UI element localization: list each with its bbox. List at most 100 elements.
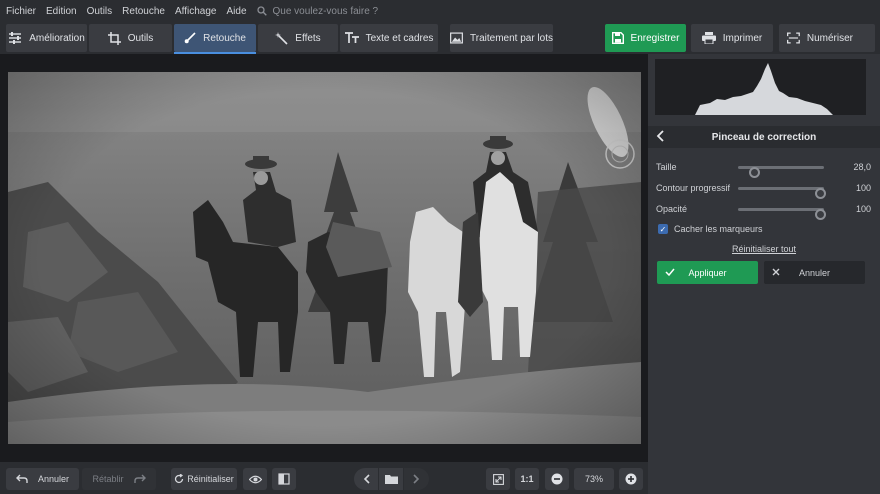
eye-icon xyxy=(248,475,262,483)
tab-label: Amélioration xyxy=(29,32,85,44)
batch-processing-button[interactable]: Traitement par lots xyxy=(450,24,553,52)
tab-effets[interactable]: Effets xyxy=(258,24,338,52)
close-icon xyxy=(772,268,780,276)
opacity-value: 100 xyxy=(855,204,871,214)
tab-label: Texte et cadres xyxy=(365,32,434,44)
scan-button[interactable]: Numériser xyxy=(779,24,875,52)
folder-icon xyxy=(384,475,398,484)
print-label: Imprimer xyxy=(722,32,763,44)
next-image-button[interactable] xyxy=(404,468,429,490)
chevron-right-icon xyxy=(413,474,420,484)
size-label: Taille xyxy=(656,162,677,172)
minus-circle-icon xyxy=(551,473,563,485)
undo-label: Annuler xyxy=(37,474,70,484)
scan-icon xyxy=(787,32,800,44)
photo-image xyxy=(8,72,641,444)
tab-retouche[interactable]: Retouche xyxy=(174,24,256,54)
histogram-graph xyxy=(695,63,833,115)
app-window: Fichier Edition Outils Retouche Affichag… xyxy=(0,0,880,494)
opacity-label: Opacité xyxy=(656,204,688,214)
feather-slider[interactable] xyxy=(738,187,826,199)
reset-label: Réinitialiser xyxy=(187,474,234,484)
retouch-panel: Pinceau de correction Taille 28,0 Contou… xyxy=(648,54,880,494)
print-button[interactable]: Imprimer xyxy=(691,24,773,52)
size-slider-handle[interactable] xyxy=(749,167,760,178)
batch-label: Traitement par lots xyxy=(470,32,553,44)
tab-amelioration[interactable]: Amélioration xyxy=(6,24,87,52)
crop-icon xyxy=(107,31,121,45)
cancel-label: Annuler xyxy=(798,267,831,278)
tab-label: Effets xyxy=(295,32,321,44)
size-value: 28,0 xyxy=(853,162,871,172)
sliders-icon xyxy=(9,32,22,44)
tab-outils[interactable]: Outils xyxy=(89,24,172,52)
canvas-area xyxy=(0,54,648,462)
photo-canvas[interactable] xyxy=(8,72,641,444)
printer-icon xyxy=(701,32,716,44)
feather-slider-handle[interactable] xyxy=(815,188,826,199)
feather-slider-row: Contour progressif 100 xyxy=(656,181,871,199)
save-button[interactable]: Enregistrer xyxy=(605,24,686,52)
magic-wand-icon xyxy=(275,31,288,45)
bottom-bar: Annuler Rétablir Réinitialiser 1:1 73% xyxy=(0,462,648,494)
tab-label: Retouche xyxy=(203,32,246,44)
search-placeholder: Que voulez-vous faire ? xyxy=(272,5,379,17)
redo-label: Rétablir xyxy=(92,474,124,484)
preview-button[interactable] xyxy=(243,468,267,490)
opacity-slider[interactable] xyxy=(738,208,826,220)
menu-outils[interactable]: Outils xyxy=(81,6,117,17)
open-folder-button[interactable] xyxy=(379,468,403,490)
menu-edition[interactable]: Edition xyxy=(40,6,81,17)
redo-button[interactable]: Rétablir xyxy=(82,468,156,490)
zoom-level[interactable]: 73% xyxy=(574,468,614,490)
histogram xyxy=(655,59,866,115)
menu-retouche[interactable]: Retouche xyxy=(116,6,169,17)
cancel-button[interactable]: Annuler xyxy=(764,261,865,284)
menu-aide[interactable]: Aide xyxy=(220,6,250,17)
opacity-slider-row: Opacité 100 xyxy=(656,202,871,220)
apply-label: Appliquer xyxy=(688,267,727,278)
plus-circle-icon xyxy=(625,473,637,485)
brush-icon xyxy=(184,32,196,44)
zoom-out-button[interactable] xyxy=(545,468,569,490)
image-icon xyxy=(450,32,463,44)
panel-title: Pinceau de correction xyxy=(711,131,817,143)
text-icon xyxy=(344,32,359,43)
search-icon xyxy=(256,6,267,16)
menu-affichage[interactable]: Affichage xyxy=(169,6,221,17)
opacity-slider-handle[interactable] xyxy=(815,209,826,220)
reset-icon xyxy=(175,474,184,484)
tab-texte-cadres[interactable]: Texte et cadres xyxy=(340,24,438,52)
command-search[interactable]: Que voulez-vous faire ? xyxy=(256,5,379,17)
menu-bar: Fichier Edition Outils Retouche Affichag… xyxy=(0,0,880,22)
chevron-left-icon xyxy=(363,474,370,484)
hide-markers-label: Cacher les marqueurs xyxy=(674,224,763,234)
main-toolbar: Amélioration Outils Retouche Effets Text… xyxy=(0,22,880,54)
redo-icon xyxy=(133,474,146,483)
back-arrow-icon[interactable] xyxy=(656,130,664,142)
reset-button[interactable]: Réinitialiser xyxy=(171,468,237,490)
expand-icon xyxy=(492,473,504,485)
size-slider-row: Taille 28,0 xyxy=(656,160,871,178)
checkmark-icon: ✓ xyxy=(658,224,668,234)
undo-icon xyxy=(15,474,28,483)
compare-button[interactable] xyxy=(272,468,296,490)
save-label: Enregistrer xyxy=(630,32,680,44)
apply-button[interactable]: Appliquer xyxy=(657,261,758,284)
feather-label: Contour progressif xyxy=(656,183,731,193)
reset-all-link[interactable]: Réinitialiser tout xyxy=(648,244,880,254)
hide-markers-checkbox[interactable]: ✓ Cacher les marqueurs xyxy=(658,224,763,234)
tab-label: Outils xyxy=(127,32,154,44)
undo-button[interactable]: Annuler xyxy=(6,468,79,490)
zoom-in-button[interactable] xyxy=(619,468,643,490)
menu-fichier[interactable]: Fichier xyxy=(0,6,40,17)
floppy-disk-icon xyxy=(611,32,624,44)
scan-label: Numériser xyxy=(806,32,853,44)
previous-image-button[interactable] xyxy=(354,468,378,490)
fit-to-screen-button[interactable] xyxy=(486,468,510,490)
feather-value: 100 xyxy=(855,183,871,193)
panel-header: Pinceau de correction xyxy=(648,126,880,148)
actual-size-button[interactable]: 1:1 xyxy=(515,468,539,490)
size-slider[interactable] xyxy=(738,166,824,178)
compare-icon xyxy=(278,473,290,485)
